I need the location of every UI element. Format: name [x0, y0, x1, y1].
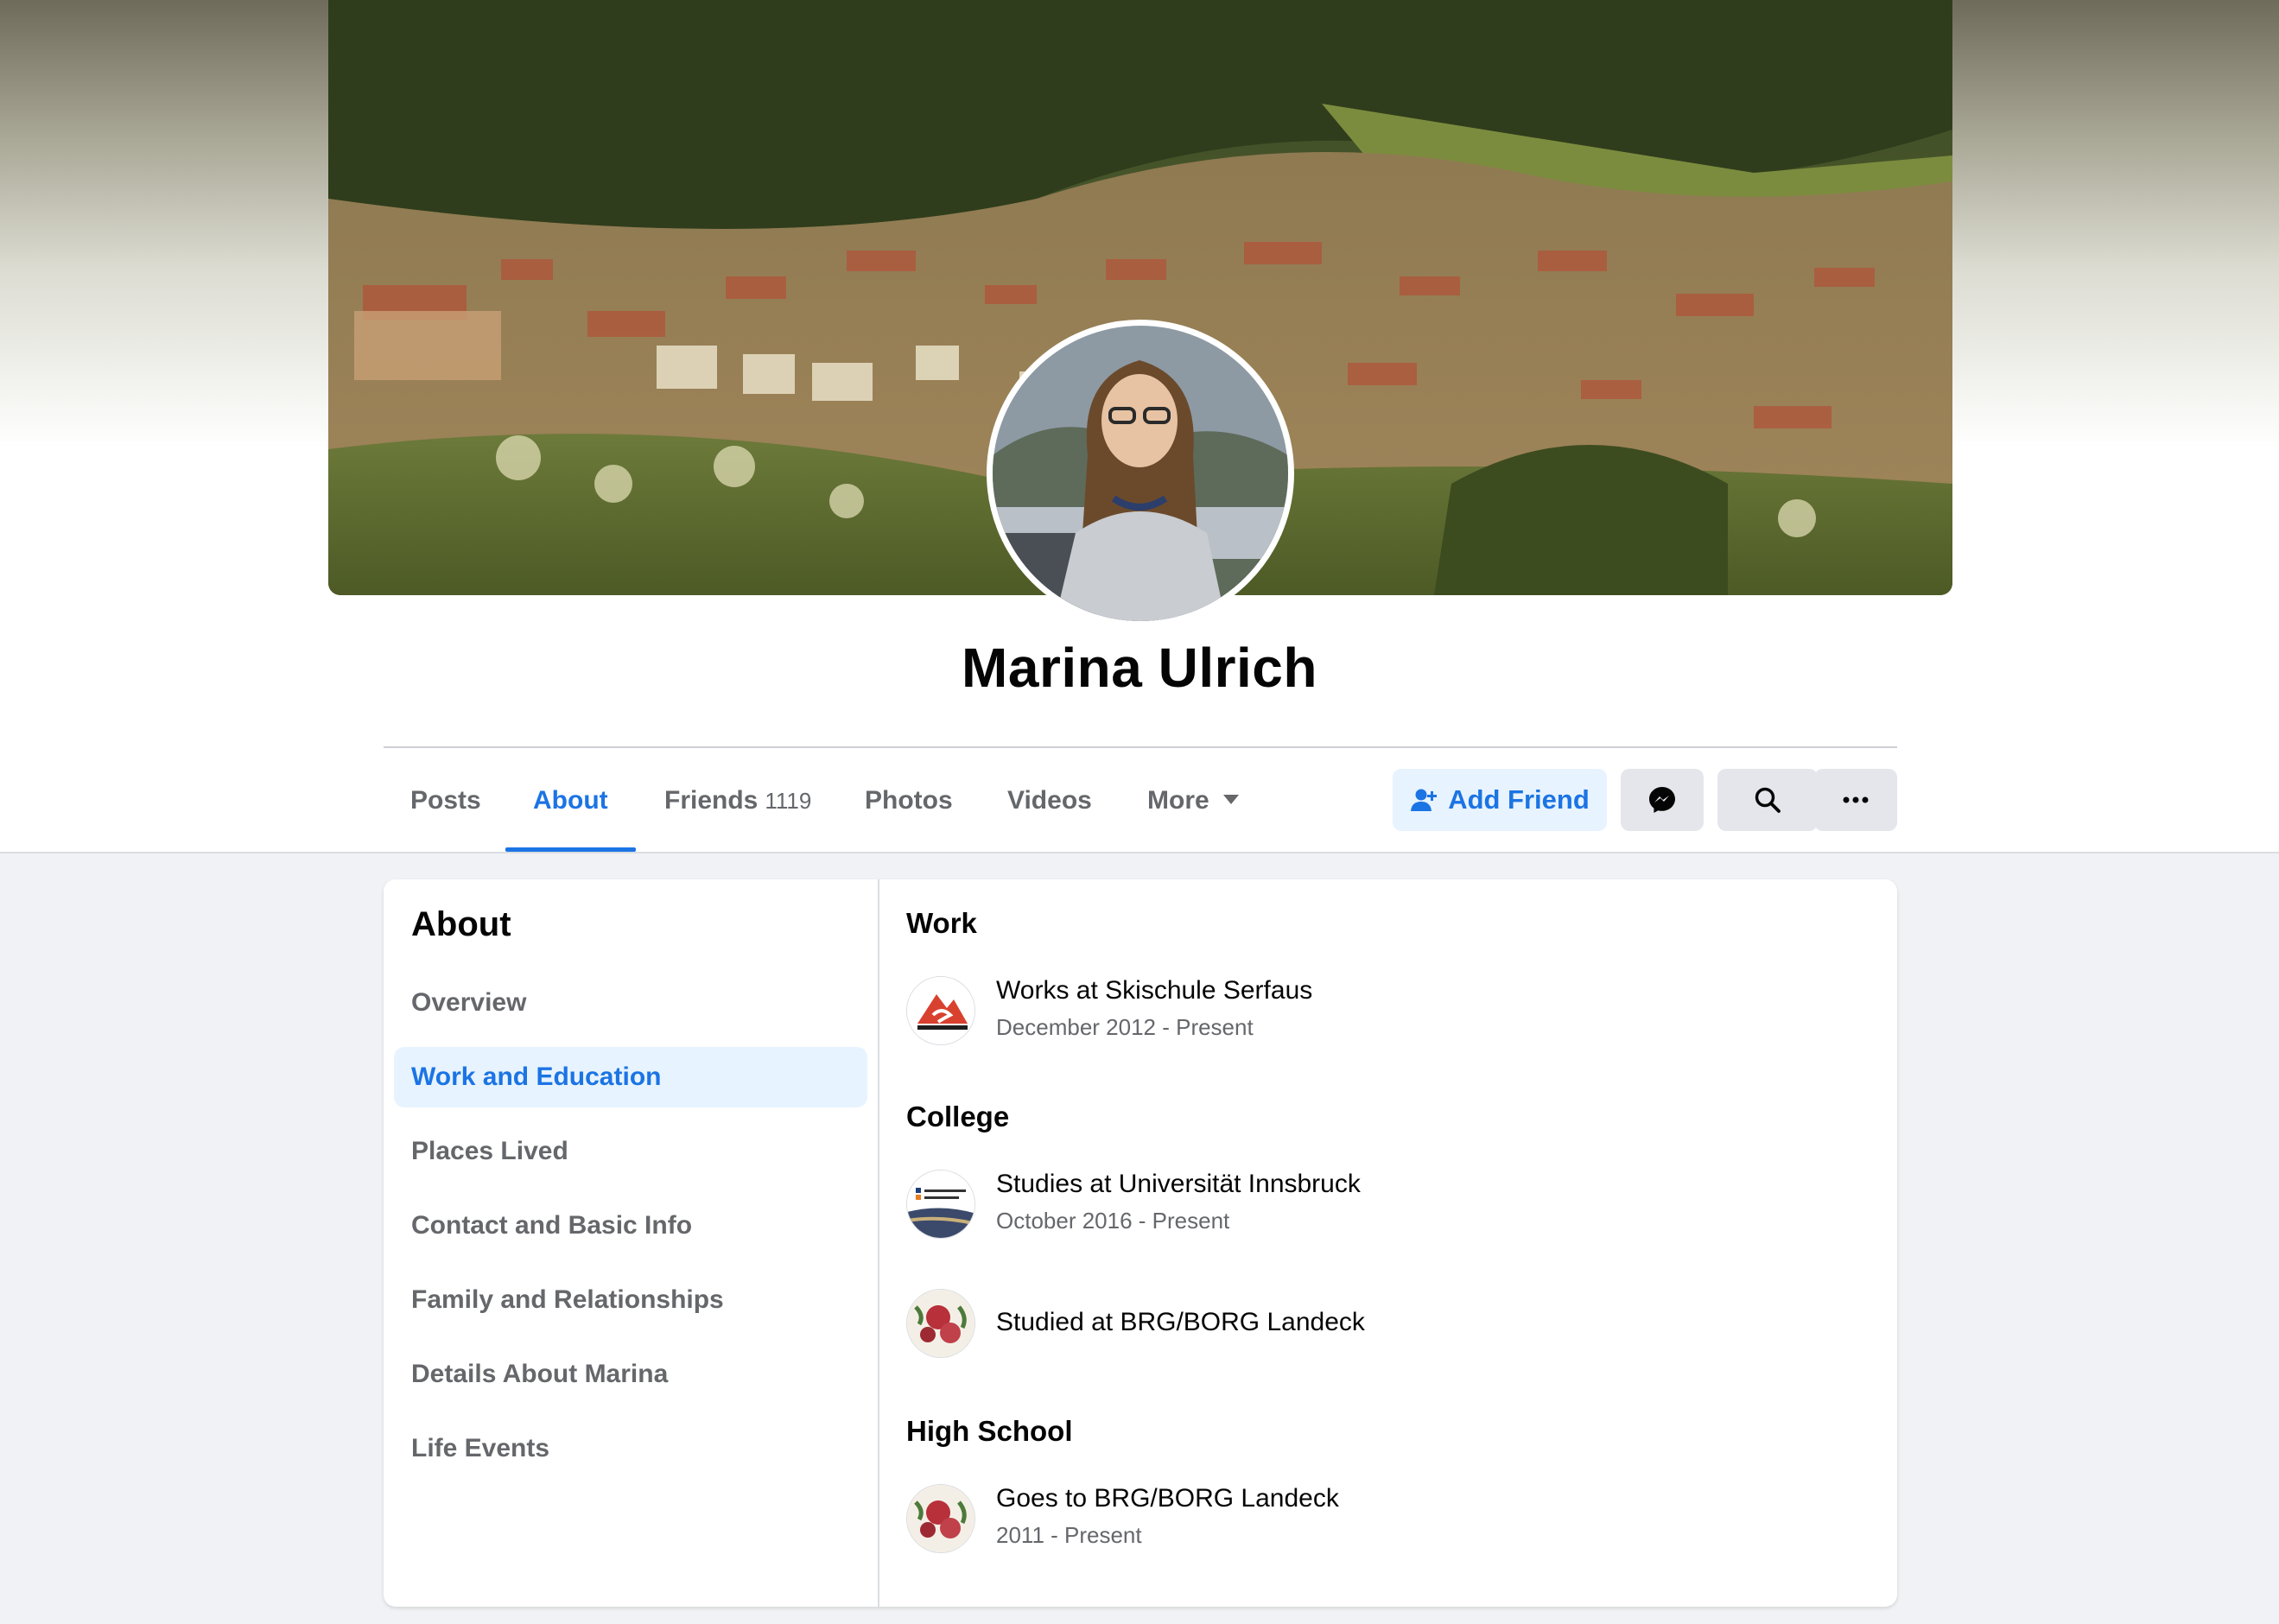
tab-about-label: About	[533, 786, 608, 815]
messenger-icon	[1649, 787, 1675, 813]
profile-name: Marina Ulrich	[962, 637, 1317, 699]
more-options-button[interactable]	[1814, 769, 1897, 831]
tab-posts-label: Posts	[410, 786, 481, 815]
tab-more[interactable]: More	[1147, 748, 1239, 852]
work-entry-dates: December 2012 - Present	[996, 1014, 1254, 1040]
add-friend-label: Add Friend	[1448, 784, 1590, 815]
college-entry-dates: October 2016 - Present	[996, 1208, 1230, 1234]
nav-work-education[interactable]: Work and Education	[394, 1047, 867, 1107]
nav-life-events[interactable]: Life Events	[394, 1418, 867, 1479]
high-school-entry-title[interactable]: Goes to BRG/BORG Landeck	[996, 1484, 1339, 1513]
card-divider	[878, 879, 879, 1607]
work-entry-title[interactable]: Works at Skischule Serfaus	[996, 976, 1312, 1005]
add-person-icon	[1411, 789, 1438, 811]
caret-down-icon	[1222, 794, 1239, 804]
high-school-entry-dates: 2011 - Present	[996, 1522, 1142, 1548]
work-section-title: Work	[906, 907, 977, 939]
profile-picture[interactable]	[987, 320, 1294, 627]
search-button[interactable]	[1717, 769, 1818, 831]
tab-videos[interactable]: Videos	[1007, 748, 1092, 852]
ellipsis-icon	[1843, 796, 1869, 803]
nav-family-relationships[interactable]: Family and Relationships	[394, 1270, 867, 1330]
add-friend-button[interactable]: Add Friend	[1393, 769, 1607, 831]
friends-count: 1119	[765, 788, 812, 814]
brg-landeck-logo[interactable]	[906, 1484, 975, 1553]
nav-places-lived[interactable]: Places Lived	[394, 1121, 867, 1182]
nav-details-about[interactable]: Details About Marina	[394, 1344, 867, 1405]
college-entry-2-title[interactable]: Studied at BRG/BORG Landeck	[996, 1308, 1365, 1337]
search-icon	[1755, 787, 1781, 813]
message-button[interactable]	[1621, 769, 1704, 831]
tab-more-label: More	[1147, 786, 1209, 815]
tab-photos-label: Photos	[865, 786, 953, 815]
college-section-title: College	[906, 1101, 1010, 1132]
tab-friends-label: Friends	[664, 786, 759, 815]
nav-contact-info[interactable]: Contact and Basic Info	[394, 1196, 867, 1256]
tab-videos-label: Videos	[1007, 786, 1092, 815]
brg-landeck-logo[interactable]	[906, 1289, 975, 1358]
tab-about[interactable]: About	[505, 748, 636, 852]
nav-overview[interactable]: Overview	[394, 973, 867, 1033]
tab-posts[interactable]: Posts	[410, 748, 481, 852]
tab-photos[interactable]: Photos	[865, 748, 953, 852]
about-title: About	[411, 905, 511, 943]
profile-header: Marina Ulrich Posts About Friends 1119 Ph…	[0, 0, 2279, 853]
college-entry-title[interactable]: Studies at Universität Innsbruck	[996, 1170, 1361, 1199]
about-card: About Overview Work and Education Places…	[384, 879, 1897, 1607]
high-school-section-title: High School	[906, 1415, 1073, 1447]
skischule-logo[interactable]	[906, 976, 975, 1045]
uni-innsbruck-logo[interactable]	[906, 1170, 975, 1239]
tab-friends[interactable]: Friends 1119	[664, 748, 811, 852]
